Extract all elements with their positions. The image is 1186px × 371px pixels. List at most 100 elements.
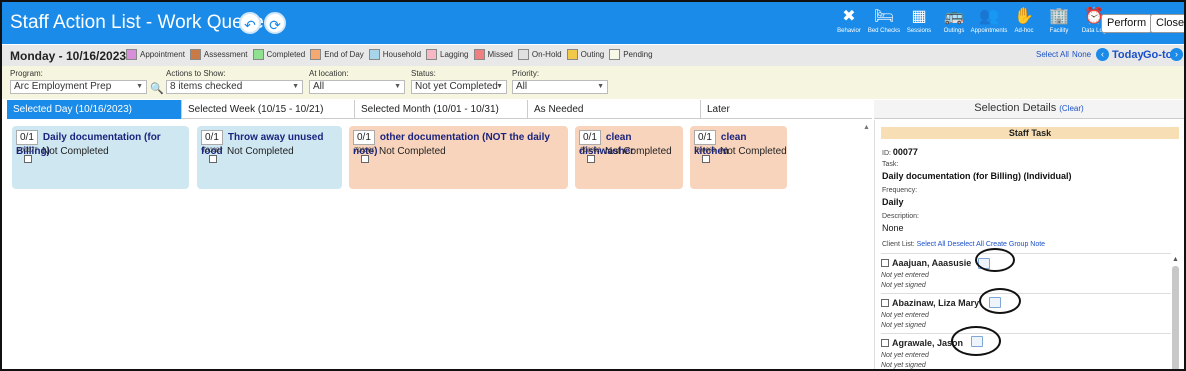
back-arrow-icon[interactable]: ↶ [239, 12, 261, 34]
create-group-note-link[interactable]: Create Group Note [986, 241, 1045, 248]
task-checkbox[interactable] [24, 155, 32, 163]
task-card[interactable]: 0/1 Daily documentation (for Billing) T00… [12, 126, 189, 189]
task-status: Not Completed [379, 146, 446, 157]
description-label: Description: [882, 213, 919, 220]
scrollbar-thumb[interactable] [1172, 266, 1179, 369]
prev-day-icon[interactable]: ‹ [1096, 48, 1109, 61]
task-card[interactable]: 0/1 Throw away unused food T00083 Not Com… [197, 126, 342, 189]
task-status: Not Completed [720, 146, 787, 157]
legend-label: On-Hold [531, 50, 562, 59]
app-header: Staff Action List - Work Queue ↶ ⟳ ✖ Beha… [2, 2, 1184, 44]
perform-button[interactable]: Perform [1101, 14, 1153, 33]
tab-selected-month[interactable]: Selected Month (10/01 - 10/31) [355, 100, 528, 119]
selection-details-title: Selection Details [974, 102, 1057, 114]
client-row: Agrawale, Jason Not yet entered Not yet … [881, 326, 1171, 369]
goto-link[interactable]: Go-to [1143, 49, 1172, 61]
scroll-up-icon[interactable]: ▲ [1172, 256, 1179, 263]
task-status: Not Completed [605, 146, 672, 157]
task-checkbox[interactable] [361, 155, 369, 163]
tab-selected-week[interactable]: Selected Week (10/15 - 10/21) [182, 100, 355, 119]
hand-icon: ✋ [1014, 8, 1034, 25]
tool-facility[interactable]: 🏢 Facility [1042, 6, 1076, 42]
location-label: At location: [309, 69, 349, 78]
scroll-up-icon[interactable]: ▲ [863, 124, 870, 131]
task-status: Not Completed [227, 146, 294, 157]
client-checkbox[interactable] [881, 259, 889, 267]
tool-behavior[interactable]: ✖ Behavior [832, 6, 866, 42]
task-card[interactable]: 0/1 clean kitchen T00063 Not Completed [690, 126, 787, 189]
legend-swatch [368, 49, 380, 60]
task-label: Task: [882, 161, 899, 168]
client-row: Abazinaw, Liza Mary Not yet entered Not … [881, 288, 1171, 333]
client-signed-status: Not yet signed [881, 362, 926, 369]
sessions-icon: ▦ [911, 8, 927, 25]
legend-swatch [252, 49, 264, 60]
location-select[interactable]: All ▼ [309, 80, 405, 94]
chevron-down-icon: ▼ [394, 83, 401, 90]
legend-label: Assessment [203, 50, 248, 59]
task-checkbox[interactable] [587, 155, 595, 163]
status-select[interactable]: Not yet Completed ▼ [411, 80, 507, 94]
tab-later[interactable]: Later [701, 100, 872, 119]
tool-sessions[interactable]: ▦ Sessions [902, 6, 936, 42]
client-entered-status: Not yet entered [881, 312, 929, 319]
selection-details-header: Selection Details (Clear) [874, 100, 1184, 119]
legend-swatch [517, 49, 529, 60]
priority-select[interactable]: All ▼ [512, 80, 608, 94]
client-list-scrollbar[interactable]: ▲ [1172, 256, 1179, 369]
legend-label: Lagging [440, 50, 469, 59]
client-name[interactable]: Aaajuan, Aaasusie [881, 258, 971, 268]
legend-swatch [189, 49, 201, 60]
task-id: T00063 [695, 148, 716, 154]
details-heading: Staff Task [881, 127, 1179, 139]
task-count: 0/1 [694, 130, 716, 145]
highlight-circle [951, 326, 1001, 356]
client-checkbox[interactable] [881, 299, 889, 307]
select-all-link[interactable]: Select All [1036, 50, 1069, 59]
deselect-all-link[interactable]: Deselect All [947, 241, 984, 248]
task-card[interactable]: 0/1 clean dishwasher T00062 Not Completed [575, 126, 683, 189]
program-select[interactable]: Arc Employment Prep ▼ [10, 80, 147, 94]
tool-outings[interactable]: 🚌 Outings [937, 6, 971, 42]
task-status: Not Completed [42, 146, 109, 157]
tool-ad-hoc[interactable]: ✋ Ad-hoc [1007, 6, 1041, 42]
refresh-icon[interactable]: ⟳ [264, 12, 286, 34]
legend-item: On-Hold [517, 49, 562, 60]
legend-item: Household [368, 49, 421, 60]
none-link[interactable]: None [1072, 50, 1091, 59]
highlight-circle [975, 248, 1015, 272]
current-date: Monday - 10/16/2023 [10, 49, 127, 63]
task-card[interactable]: 0/1 other documentation (NOT the daily no… [349, 126, 568, 189]
tab-selected-day[interactable]: Selected Day (10/16/2023) [7, 100, 182, 119]
program-value: Arc Employment Prep [14, 81, 112, 92]
id-value: 00077 [892, 147, 918, 157]
legend-swatch [566, 49, 578, 60]
clear-link[interactable]: (Clear) [1059, 104, 1083, 113]
today-link[interactable]: Today [1112, 49, 1144, 61]
search-icon[interactable]: 🔍 [150, 82, 164, 95]
tool-appointments[interactable]: 👥 Appointments [971, 6, 1008, 42]
period-tabs: Selected Day (10/16/2023) Selected Week … [7, 100, 872, 119]
legend-label: Appointment [140, 50, 185, 59]
legend-item: Lagging [426, 49, 469, 60]
tab-as-needed[interactable]: As Needed [528, 100, 701, 119]
client-name[interactable]: Abazinaw, Liza Mary [881, 298, 979, 308]
actions-select[interactable]: 8 items checked ▼ [166, 80, 303, 94]
next-day-icon[interactable]: › [1170, 48, 1183, 61]
tool-bed-checks[interactable]: 🛏 Bed Checks [867, 6, 901, 42]
client-select-all-link[interactable]: Select All [917, 241, 946, 248]
close-button[interactable]: Close [1150, 14, 1184, 33]
chevron-down-icon: ▼ [496, 83, 503, 90]
client-checkbox[interactable] [881, 339, 889, 347]
frequency-label: Frequency: [882, 187, 918, 194]
status-label: Status: [411, 69, 436, 78]
program-label: Program: [10, 69, 43, 78]
legend-item: End of Day [310, 49, 364, 60]
location-filter: At location: All ▼ [309, 69, 405, 94]
task-id: T00062 [580, 148, 601, 154]
actions-label: Actions to Show: [166, 69, 226, 78]
task-checkbox[interactable] [209, 155, 217, 163]
task-checkbox[interactable] [702, 155, 710, 163]
client-list-label: Client List: [882, 241, 915, 248]
task-count: 0/1 [353, 130, 375, 145]
